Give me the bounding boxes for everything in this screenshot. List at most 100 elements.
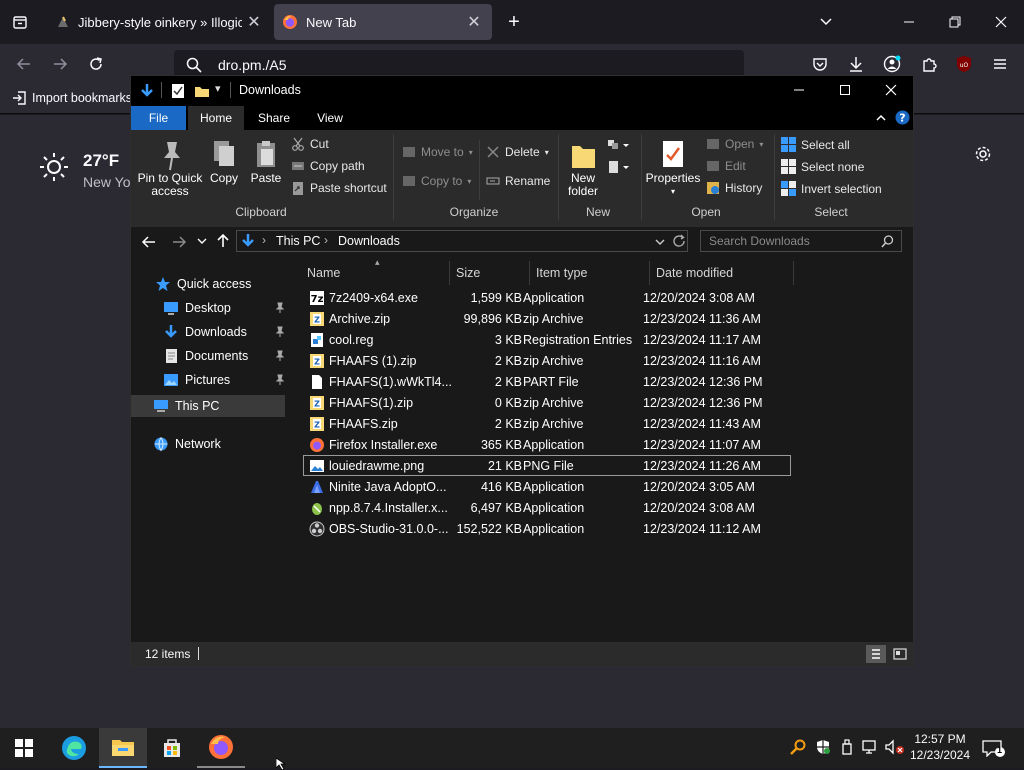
- nav-item-pictures[interactable]: Pictures: [163, 372, 285, 388]
- file-row[interactable]: Firefox Installer.exe 365 KB Application 12…: [303, 434, 791, 455]
- ribbon-tab-home[interactable]: Home: [188, 106, 244, 130]
- history-button[interactable]: History: [706, 181, 762, 195]
- restore-window-icon[interactable]: [941, 8, 969, 36]
- new-folder-button[interactable]: New folder: [563, 138, 603, 198]
- maximize-window-icon[interactable]: [839, 84, 851, 96]
- account-icon[interactable]: [878, 50, 906, 78]
- open-button[interactable]: Open ▾: [706, 137, 763, 151]
- pin-icon[interactable]: [275, 374, 285, 386]
- list-all-tabs-icon[interactable]: [812, 8, 840, 36]
- start-icon[interactable]: [0, 728, 48, 768]
- ribbon-tab-share[interactable]: Share: [248, 106, 300, 130]
- large-icons-view-icon[interactable]: [890, 645, 910, 663]
- close-tab-icon[interactable]: ✕: [462, 10, 486, 34]
- nav-item-this-pc[interactable]: This PC: [131, 395, 285, 417]
- copy-button[interactable]: Copy: [206, 138, 242, 185]
- browser-tab-jibbery[interactable]: Jibbery-style oinkery » Illogicop ✕: [48, 4, 272, 40]
- select-all-button[interactable]: Select all: [781, 137, 850, 152]
- pin-icon[interactable]: [275, 326, 285, 338]
- minimize-window-icon[interactable]: [895, 8, 923, 36]
- reload-icon[interactable]: [82, 50, 110, 78]
- extensions-icon[interactable]: [915, 50, 943, 78]
- paste-button[interactable]: Paste: [247, 138, 285, 185]
- store-icon[interactable]: [148, 728, 196, 768]
- address-dropdown-icon[interactable]: [655, 237, 665, 247]
- rename-button[interactable]: Rename: [486, 174, 550, 188]
- clock[interactable]: 12:57 PM 12/23/2024: [908, 731, 972, 763]
- move-to-button[interactable]: Move to ▾: [402, 145, 473, 159]
- up-arrow-icon[interactable]: [215, 233, 231, 249]
- properties-button[interactable]: Properties ▾: [645, 138, 701, 198]
- file-row[interactable]: 7z 7z2409-x64.exe 1,599 KB Application 12/20…: [303, 287, 791, 308]
- easy-access-button[interactable]: [607, 160, 631, 176]
- collapse-ribbon-icon[interactable]: [875, 112, 887, 124]
- menu-icon[interactable]: [986, 50, 1014, 78]
- pin-icon[interactable]: [275, 350, 285, 362]
- minimize-window-icon[interactable]: [793, 84, 805, 96]
- nav-item-desktop[interactable]: Desktop: [163, 300, 285, 316]
- recent-locations-icon[interactable]: [197, 236, 207, 246]
- back-arrow-icon[interactable]: [141, 234, 157, 250]
- file-explorer-icon[interactable]: [99, 728, 147, 768]
- search-box[interactable]: Search Downloads: [700, 230, 902, 252]
- file-row[interactable]: Z FHAAFS (1).zip 2 KB zip Archive 12/23/2024…: [303, 350, 791, 371]
- network-tray-icon[interactable]: [862, 739, 880, 755]
- downloads-icon[interactable]: [842, 50, 870, 78]
- delete-button[interactable]: Delete ▾: [486, 145, 549, 159]
- close-tab-icon[interactable]: ✕: [242, 10, 266, 34]
- file-row[interactable]: Z FHAAFS(1).zip 0 KB zip Archive 12/23/2024 …: [303, 392, 791, 413]
- forward-icon[interactable]: [46, 50, 74, 78]
- import-bookmarks-button[interactable]: Import bookmarks: [12, 91, 132, 105]
- column-header-size[interactable]: Size: [450, 261, 530, 285]
- new-item-button[interactable]: [607, 138, 631, 154]
- ribbon-tab-file[interactable]: File: [131, 106, 186, 130]
- notifications-icon[interactable]: 1: [982, 739, 1006, 757]
- pocket-icon[interactable]: [806, 50, 834, 78]
- column-header-item-type[interactable]: Item type: [530, 261, 650, 285]
- address-bar[interactable]: › This PC › Downloads: [236, 230, 688, 252]
- select-none-button[interactable]: Select none: [781, 159, 864, 174]
- breadcrumb-downloads[interactable]: Downloads: [338, 234, 400, 248]
- column-header-name[interactable]: Name: [301, 261, 450, 285]
- volume-muted-icon[interactable]: [885, 739, 905, 755]
- nav-item-quick-access[interactable]: Quick access: [155, 276, 251, 292]
- new-folder-qa-icon[interactable]: [194, 83, 210, 99]
- invert-selection-button[interactable]: Invert selection: [781, 181, 882, 196]
- customize-qa-toolbar-icon[interactable]: ▾: [215, 82, 221, 95]
- column-header-date-modified[interactable]: Date modified: [650, 261, 794, 285]
- file-row[interactable]: Ninite Java AdoptO... 416 KB Application 12…: [303, 476, 791, 497]
- cut-button[interactable]: Cut: [291, 137, 329, 151]
- refresh-icon[interactable]: [672, 234, 686, 248]
- edge-icon[interactable]: [50, 728, 98, 768]
- file-row[interactable]: Z Archive.zip 99,896 KB zip Archive 12/23/20…: [303, 308, 791, 329]
- pin-icon[interactable]: [275, 302, 285, 314]
- close-window-icon[interactable]: [987, 8, 1015, 36]
- settings-gear-icon[interactable]: [969, 140, 997, 168]
- breadcrumb-this-pc[interactable]: This PC: [276, 234, 320, 248]
- file-row[interactable]: FHAAFS(1).wWkTl4... 2 KB PART File 12/23/20…: [303, 371, 791, 392]
- file-row[interactable]: louiedrawme.png 21 KB PNG File 12/23/2024 1…: [303, 455, 791, 476]
- tab-overview-icon[interactable]: [6, 8, 34, 36]
- nav-item-documents[interactable]: Documents: [163, 348, 285, 364]
- file-row[interactable]: npp.8.7.4.Installer.x... 6,497 KB Applicat…: [303, 497, 791, 518]
- download-arrow-icon[interactable]: [139, 83, 155, 99]
- ublock-origin-icon[interactable]: uO: [950, 50, 978, 78]
- file-row[interactable]: cool.reg 3 KB Registration Entries 12/23/20…: [303, 329, 791, 350]
- file-row[interactable]: Z FHAAFS.zip 2 KB zip Archive 12/23/2024 11:…: [303, 413, 791, 434]
- details-view-icon[interactable]: [866, 645, 886, 663]
- new-tab-button[interactable]: +: [500, 8, 528, 36]
- paste-shortcut-button[interactable]: Paste shortcut: [291, 181, 387, 195]
- copy-path-button[interactable]: Copy path: [291, 159, 365, 173]
- ribbon-tab-view[interactable]: View: [304, 106, 356, 130]
- nav-item-network[interactable]: Network: [153, 436, 221, 452]
- forward-arrow-icon[interactable]: [171, 234, 187, 250]
- edit-button[interactable]: Edit: [706, 159, 746, 173]
- properties-qa-icon[interactable]: [171, 83, 185, 99]
- pin-to-quick-access-button[interactable]: Pin to Quick access: [137, 138, 203, 198]
- close-window-icon[interactable]: [885, 84, 897, 96]
- magnifier-tray-icon[interactable]: [790, 739, 806, 755]
- usb-device-icon[interactable]: [840, 739, 854, 755]
- browser-tab-new-tab[interactable]: New Tab ✕: [274, 4, 492, 40]
- nav-item-downloads[interactable]: Downloads: [163, 324, 285, 340]
- back-icon[interactable]: [10, 50, 38, 78]
